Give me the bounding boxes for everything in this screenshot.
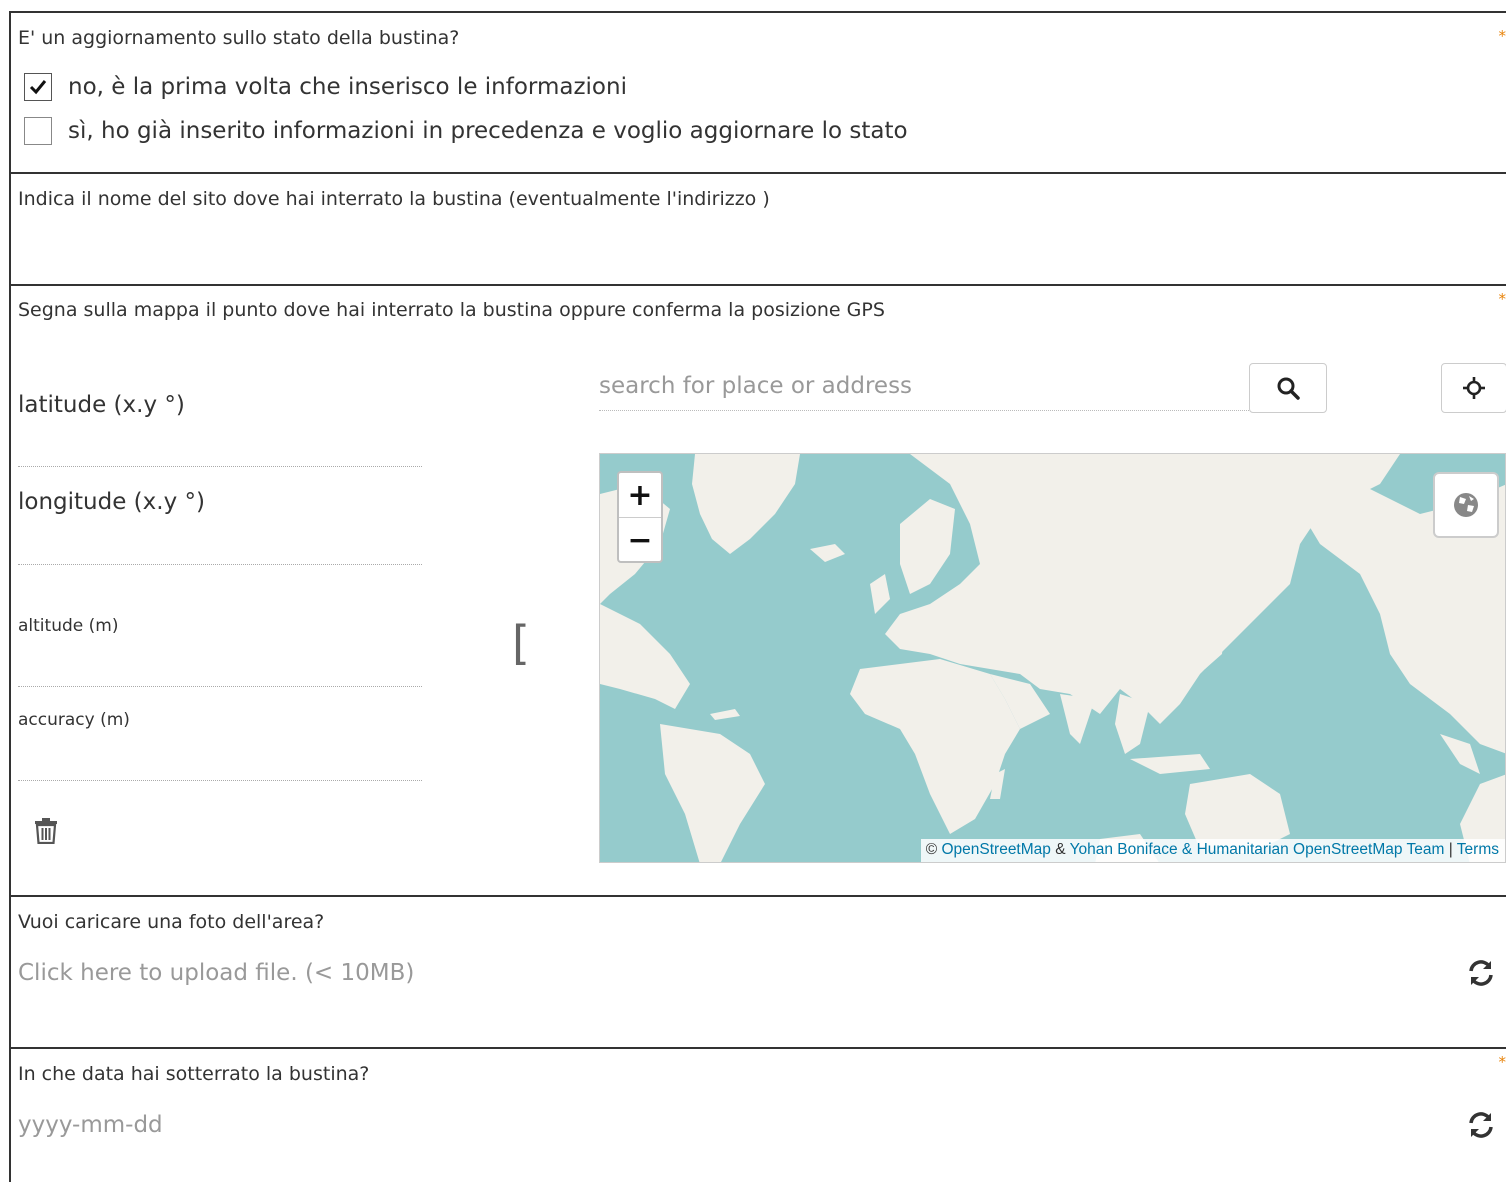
world-map: [600, 454, 1505, 862]
site-input[interactable]: [18, 224, 1468, 274]
delete-location-button[interactable]: [35, 818, 57, 848]
question-update: E' un aggiornamento sullo stato della bu…: [9, 13, 1506, 174]
option-update[interactable]: sì, ho già inserito informazioni in prec…: [24, 115, 908, 147]
question-photo-label: Vuoi caricare una foto dell'area?: [18, 911, 325, 933]
required-marker: *: [1498, 290, 1506, 308]
photo-refresh-button[interactable]: [1466, 958, 1500, 992]
option-first-time[interactable]: no, è la prima volta che inserisco le in…: [24, 71, 627, 103]
locate-gps-button[interactable]: [1441, 363, 1506, 413]
longitude-label: longitude (x.y °): [18, 489, 205, 515]
globe-icon: [1454, 493, 1478, 517]
accuracy-input[interactable]: [18, 732, 422, 781]
option-first-time-label: no, è la prima volta che inserisco le in…: [68, 74, 627, 100]
latitude-label: latitude (x.y °): [18, 392, 185, 418]
checkbox-unchecked[interactable]: [24, 117, 52, 145]
attribution-separator: |: [1448, 841, 1453, 858]
question-site: Indica il nome del sito dove hai interra…: [9, 174, 1506, 286]
attribution-copyright: ©: [925, 841, 938, 858]
zoom-out-button[interactable]: −: [619, 517, 661, 562]
latitude-input[interactable]: [18, 416, 422, 467]
refresh-icon: [1469, 960, 1493, 986]
option-update-label: sì, ho già inserito informazioni in prec…: [68, 118, 908, 144]
accuracy-label: accuracy (m): [18, 710, 130, 730]
zoom-in-button[interactable]: +: [619, 473, 661, 517]
attribution-amp: &: [1055, 841, 1066, 858]
attribution-terms-link[interactable]: Terms: [1457, 841, 1499, 858]
question-date-label: In che data hai sotterrato la bustina?: [18, 1063, 370, 1085]
question-update-label: E' un aggiornamento sullo stato della bu…: [18, 27, 460, 49]
trash-icon: [35, 818, 57, 845]
question-site-label: Indica il nome del sito dove hai interra…: [18, 188, 770, 210]
check-icon: [29, 80, 47, 95]
place-search-input[interactable]: search for place or address: [599, 361, 1249, 411]
required-marker: *: [1498, 27, 1506, 45]
photo-upload-input[interactable]: Click here to upload file. (< 10MB): [18, 960, 414, 986]
bracket-glyph: [: [512, 616, 530, 670]
date-refresh-button[interactable]: [1466, 1110, 1500, 1144]
question-date: In che data hai sotterrato la bustina? *…: [9, 1049, 1506, 1182]
checkbox-checked[interactable]: [24, 73, 52, 101]
question-gps: Segna sulla mappa il punto dove hai inte…: [9, 286, 1506, 897]
refresh-icon: [1469, 1112, 1493, 1138]
required-marker: *: [1498, 1053, 1506, 1071]
longitude-input[interactable]: [18, 514, 422, 565]
layers-button[interactable]: [1433, 472, 1499, 538]
question-photo: Vuoi caricare una foto dell'area? Click …: [9, 897, 1506, 1049]
altitude-label: altitude (m): [18, 616, 119, 636]
search-icon: [1277, 377, 1300, 400]
altitude-input[interactable]: [18, 638, 422, 687]
map-attribution: © OpenStreetMap & Yohan Boniface & Human…: [920, 839, 1505, 862]
search-button[interactable]: [1249, 363, 1327, 413]
attribution-osm-link[interactable]: OpenStreetMap: [941, 841, 1050, 858]
attribution-credit-link[interactable]: Yohan Boniface & Humanitarian OpenStreet…: [1070, 841, 1445, 858]
zoom-control: + −: [617, 471, 663, 563]
map-view[interactable]: + − © OpenStreetMap & Yohan Boniface & H…: [599, 453, 1506, 863]
date-input[interactable]: yyyy-mm-dd: [18, 1112, 163, 1138]
crosshair-icon: [1463, 377, 1485, 399]
question-gps-label: Segna sulla mappa il punto dove hai inte…: [18, 299, 885, 321]
